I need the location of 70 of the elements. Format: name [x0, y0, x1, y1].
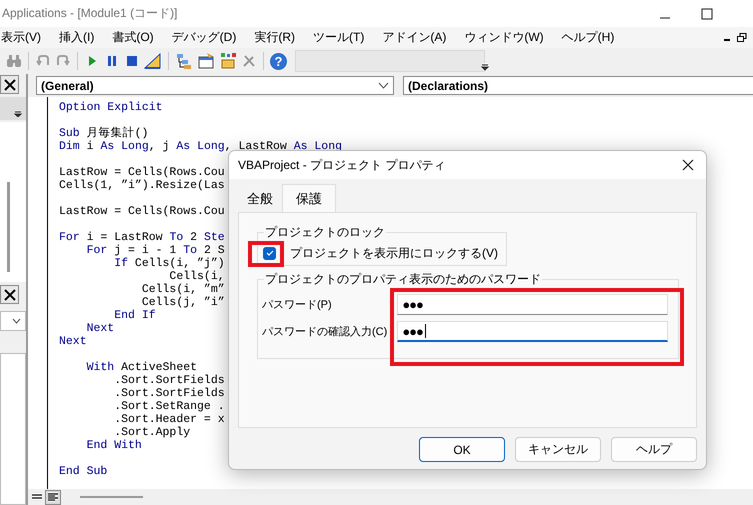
code-line: Cells(j, ”i”	[140, 296, 225, 309]
maximize-icon[interactable]	[701, 8, 713, 20]
menu-item[interactable]: ヘルプ(H)	[552, 29, 624, 46]
code-line: .Sort.SetRange .	[113, 400, 225, 413]
code-line: Cells(i, ”m”	[140, 283, 225, 296]
dialog-button[interactable]: OK	[419, 437, 505, 462]
full-module-view-icon[interactable]	[45, 490, 61, 504]
menu-item[interactable]: アドイン(A)	[373, 29, 456, 46]
object-dropdown[interactable]: (General)	[36, 76, 394, 95]
tab[interactable]: 保護	[282, 184, 336, 212]
code-line: Cells(i,	[168, 270, 225, 283]
tab[interactable]: 全般	[238, 187, 282, 212]
code-line: With ActiveSheet	[86, 361, 198, 374]
scrollbar[interactable]	[7, 182, 10, 272]
code-line: End With	[86, 439, 142, 452]
code-line: For j = i - 1 To 2 S	[86, 244, 225, 257]
dropdown-field[interactable]	[0, 311, 26, 331]
scrollbar[interactable]	[80, 496, 143, 498]
checkbox[interactable]	[263, 246, 276, 260]
group-legend: プロジェクトのプロパティ表示のためのパスワード	[264, 272, 542, 286]
close-icon[interactable]	[0, 285, 19, 304]
code-line: LastRow = Cells(Rows.Cou	[59, 166, 225, 179]
dialog-button[interactable]: ヘルプ	[611, 437, 697, 462]
ruler-triangle-icon[interactable]	[144, 52, 162, 70]
code-line: For i = LastRow To 2 Ste	[59, 231, 225, 244]
properties-window-icon[interactable]	[197, 52, 215, 70]
group-legend: プロジェクトのロック	[264, 225, 386, 239]
code-line: Cells(1, ”i”).Resize(Las	[59, 179, 225, 192]
code-line: Next	[86, 322, 114, 335]
close-icon[interactable]	[0, 75, 19, 94]
code-line: .Sort.Header = x	[113, 413, 225, 426]
menu-item[interactable]: 実行(R)	[245, 29, 304, 46]
project-tree-icon[interactable]	[175, 52, 193, 70]
procedure-dropdown[interactable]: (Declarations)	[403, 76, 753, 95]
code-line: .Sort.SortFields	[113, 387, 225, 400]
field-label: パスワードの確認入力(C)	[262, 325, 388, 339]
dialog-title: VBAProject - プロジェクト プロパティ	[238, 156, 446, 174]
code-line: Option Explicit	[59, 101, 163, 114]
highlight-frame	[248, 241, 284, 267]
toolbar-field[interactable]	[295, 50, 485, 72]
menu-item[interactable]: ウィンドウ(W)	[455, 29, 553, 46]
dialog-button[interactable]: キャンセル	[515, 437, 601, 462]
code-line: .Sort.Apply	[113, 426, 190, 439]
code-line: If Cells(i, ”j”)	[113, 257, 225, 270]
code-line: .Sort.SortFields	[113, 374, 225, 387]
caret-icon[interactable]	[378, 82, 389, 89]
field-label: パスワード(P)	[262, 298, 333, 312]
code-line: End If	[113, 309, 156, 322]
checkmark-icon	[264, 248, 274, 258]
close-icon[interactable]	[682, 159, 694, 171]
caret-icon[interactable]	[14, 111, 22, 117]
menu-item[interactable]: ツール(T)	[304, 29, 374, 46]
menu-item[interactable]: 挿入(I)	[50, 29, 104, 46]
help-icon[interactable]: ?	[270, 52, 287, 70]
password-field[interactable]: ●●●	[397, 321, 668, 342]
password-field[interactable]: ●●●	[397, 294, 668, 315]
dropdown-field[interactable]	[0, 97, 26, 120]
stop-icon[interactable]	[124, 53, 140, 69]
menu-item[interactable]: 書式(O)	[103, 29, 163, 46]
code-line: End Sub	[59, 465, 108, 478]
caret-icon[interactable]	[12, 318, 21, 324]
menu-item[interactable]: デバッグ(D)	[162, 29, 246, 46]
menu-item[interactable]: 表示(V)	[0, 29, 50, 46]
dropdown-icon[interactable]	[481, 63, 489, 71]
window-title: Applications - [Module1 (コード)]	[2, 5, 178, 22]
code-line: Next	[59, 335, 87, 348]
object-box-icon[interactable]	[219, 52, 237, 70]
code-line: Sub 月毎集計()	[59, 127, 148, 140]
code-line: LastRow = Cells(Rows.Cou	[59, 205, 225, 218]
restore-icon[interactable]	[737, 32, 747, 42]
